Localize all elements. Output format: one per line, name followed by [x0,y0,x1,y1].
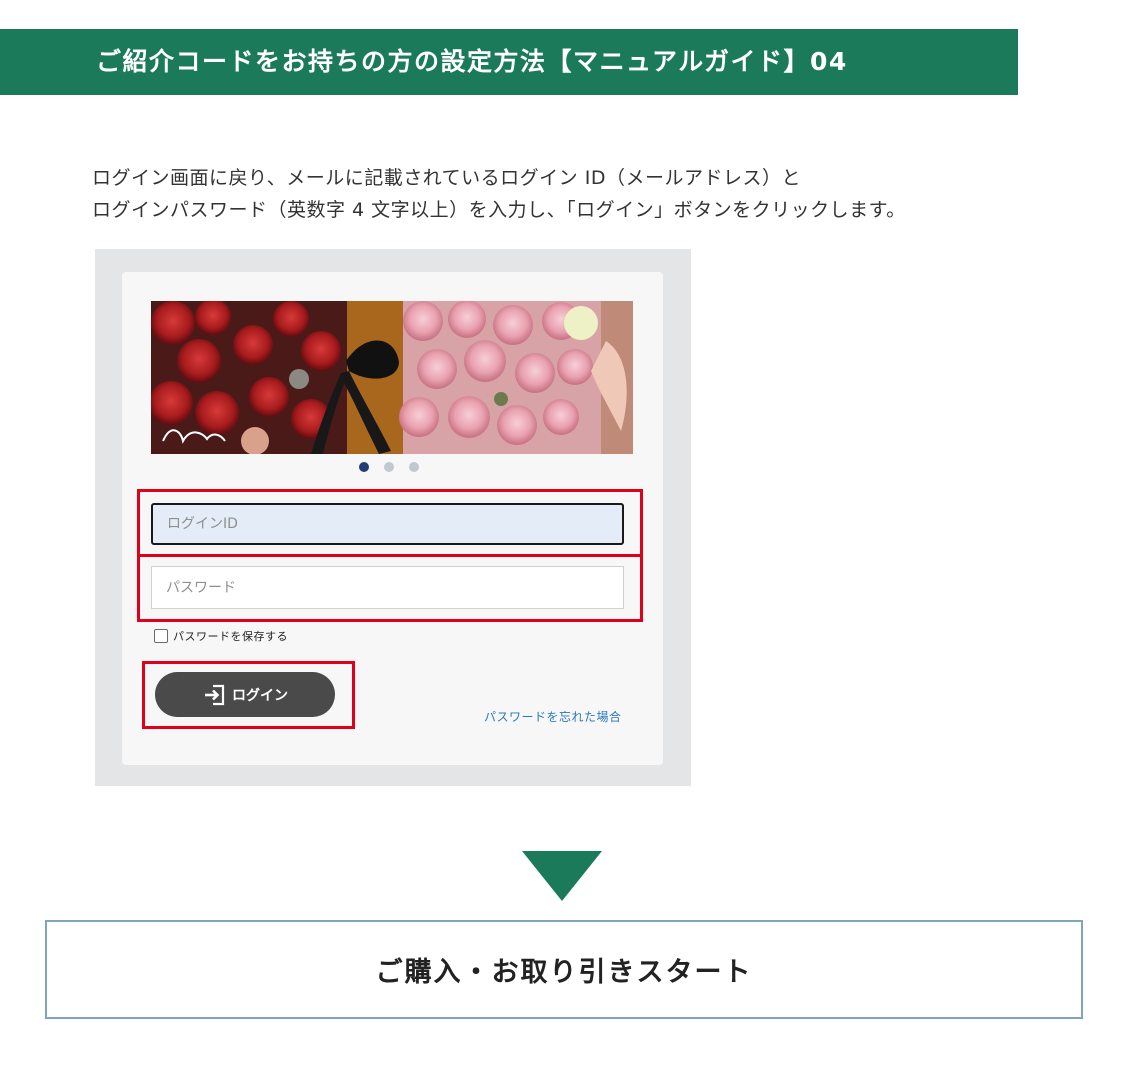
page-title: ご紹介コードをお持ちの方の設定方法【マニュアルガイド】04 [96,47,848,76]
remember-password-label: パスワードを保存する [173,630,288,643]
remember-password-checkbox[interactable] [154,629,168,643]
instruction-text: ログイン画面に戻り、メールに記載されているログイン ID（メールアドレス）と ロ… [92,162,906,226]
hero-image [151,301,633,454]
next-step-box: ご購入・お取り引きスタート [45,920,1083,1019]
instruction-line-1: ログイン画面に戻り、メールに記載されているログイン ID（メールアドレス）と [92,167,801,189]
highlight-login-id [137,489,643,557]
carousel-dot-3[interactable] [409,462,419,472]
header-banner: ご紹介コードをお持ちの方の設定方法【マニュアルガイド】04 [0,29,1018,95]
carousel-dot-1[interactable] [359,462,369,472]
remember-password[interactable]: パスワードを保存する [154,628,288,644]
forgot-password-link[interactable]: パスワードを忘れた場合 [484,708,622,725]
down-arrow-icon [522,851,602,901]
highlight-login-button [142,661,355,729]
instruction-line-2: ログインパスワード（英数字 4 文字以上）を入力し、「ログイン」ボタンをクリック… [92,199,906,221]
next-step-label: ご購入・お取り引きスタート [375,957,753,988]
carousel-dot-2[interactable] [384,462,394,472]
highlight-password [137,554,643,622]
